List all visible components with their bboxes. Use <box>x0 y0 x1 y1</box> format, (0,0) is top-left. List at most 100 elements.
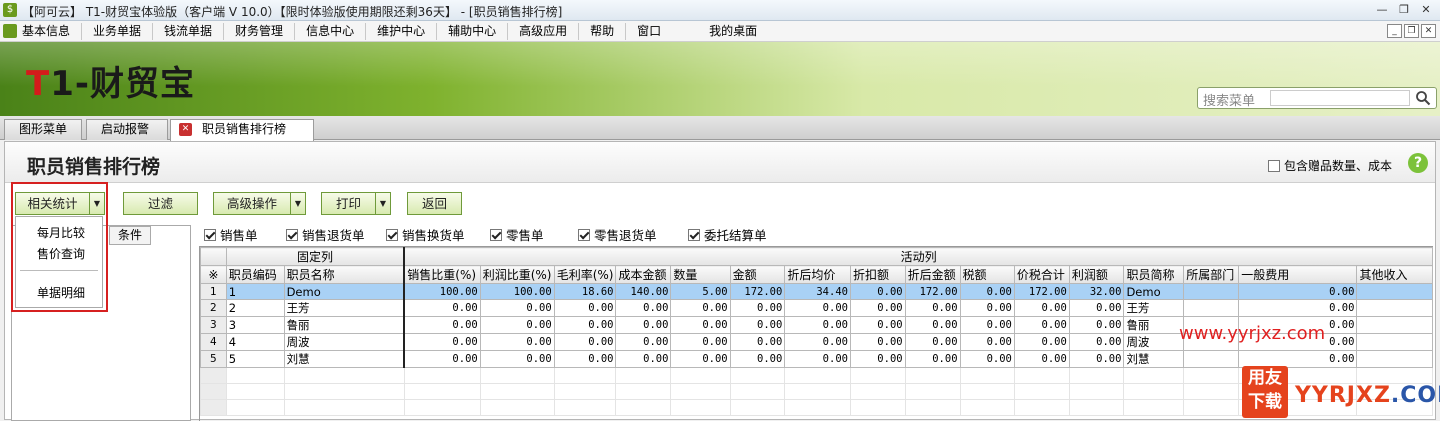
table-cell[interactable]: 0.00 <box>959 299 1015 317</box>
table-cell[interactable]: 周波 <box>1123 333 1185 351</box>
table-cell[interactable]: 0.00 <box>1238 299 1358 317</box>
menu-item-monthly-compare[interactable]: 每月比较 <box>37 224 85 241</box>
table-cell[interactable]: 4 <box>225 333 285 351</box>
table-cell[interactable]: 0.00 <box>904 333 961 351</box>
chevron-down-icon[interactable]: ▼ <box>290 193 305 214</box>
table-cell[interactable]: 周波 <box>283 333 406 351</box>
table-cell[interactable]: 3 <box>200 316 227 334</box>
table-cell[interactable]: 0.00 <box>1238 350 1358 368</box>
table-cell[interactable]: 0.00 <box>849 283 906 300</box>
column-header[interactable]: 折后金额 <box>904 265 961 284</box>
table-cell[interactable] <box>1183 283 1240 300</box>
table-row[interactable]: 5 5 刘慧 0.00 0.00 0.00 0.00 0.00 0.00 0.00 0.00 0.00… <box>200 350 1433 368</box>
table-cell[interactable]: 0.00 <box>959 350 1015 368</box>
table-cell[interactable]: 0.00 <box>729 299 786 317</box>
table-cell[interactable]: 0.00 <box>959 283 1015 300</box>
checkbox-icon[interactable] <box>578 228 590 241</box>
condition-tab[interactable]: 条件 <box>109 226 151 245</box>
table-cell[interactable]: 0.00 <box>904 316 961 334</box>
table-cell[interactable]: 0.00 <box>553 333 617 351</box>
column-header[interactable]: 税额 <box>959 265 1015 284</box>
menu-2[interactable]: 钱流单据 <box>153 23 225 40</box>
table-cell[interactable] <box>1356 299 1433 317</box>
table-cell[interactable]: 0.00 <box>403 299 481 317</box>
table-cell[interactable]: 18.60 <box>553 283 617 300</box>
menu-6[interactable]: 辅助中心 <box>437 23 509 40</box>
tab-startup-alert[interactable]: 启动报警 <box>86 119 168 140</box>
table-row[interactable]: 2 2 王芳 0.00 0.00 0.00 0.00 0.00 0.00 0.00 0.00 0.00… <box>200 299 1433 317</box>
table-row[interactable]: 1 1 Demo 100.00 100.00 18.60 140.00 5.00 172.00 3… <box>200 283 1433 300</box>
table-cell[interactable]: 0.00 <box>729 350 786 368</box>
search-icon[interactable] <box>1415 90 1431 106</box>
table-cell[interactable]: 0.00 <box>849 333 906 351</box>
advanced-ops-button[interactable]: 高级操作 ▼ <box>213 192 306 215</box>
table-cell[interactable]: 0.00 <box>904 350 961 368</box>
table-cell[interactable]: 0.00 <box>615 350 672 368</box>
table-cell[interactable]: 100.00 <box>403 283 481 300</box>
tab-graphic-menu[interactable]: 图形菜单 <box>4 119 82 140</box>
menu-9[interactable]: 窗口 <box>626 23 672 40</box>
menu-item-bill-detail[interactable]: 单据明细 <box>37 284 85 301</box>
column-header[interactable]: 利润比重(%) <box>479 265 555 284</box>
table-cell[interactable]: 0.00 <box>959 316 1015 334</box>
menu-search[interactable]: 搜索菜单 <box>1197 87 1437 109</box>
table-cell[interactable]: Demo <box>283 283 406 300</box>
table-cell[interactable] <box>1356 316 1433 334</box>
menu-7[interactable]: 高级应用 <box>508 23 580 40</box>
restore-icon[interactable]: ❐ <box>1396 2 1412 17</box>
table-cell[interactable]: 0.00 <box>1013 350 1070 368</box>
table-cell[interactable]: 0.00 <box>849 350 906 368</box>
table-cell[interactable]: 0.00 <box>1068 333 1125 351</box>
table-cell[interactable]: Demo <box>1123 283 1185 300</box>
filter-button[interactable]: 过滤 <box>123 192 198 215</box>
checkbox-icon[interactable] <box>204 228 216 241</box>
table-cell[interactable] <box>1356 333 1433 351</box>
table-cell[interactable]: 5 <box>200 350 227 368</box>
table-cell[interactable]: 0.00 <box>479 333 555 351</box>
table-cell[interactable]: 0.00 <box>1068 299 1125 317</box>
table-cell[interactable]: 0.00 <box>553 299 617 317</box>
search-input[interactable] <box>1270 90 1410 106</box>
menu-0[interactable]: 基本信息 <box>22 23 83 40</box>
menu-1[interactable]: 业务单据 <box>82 23 154 40</box>
column-header[interactable]: 其他收入 <box>1356 265 1433 284</box>
table-cell[interactable]: 王芳 <box>1123 299 1185 317</box>
table-cell[interactable]: 0.00 <box>615 316 672 334</box>
column-header[interactable]: 成本金额 <box>615 265 672 284</box>
table-cell[interactable]: 0.00 <box>1238 283 1358 300</box>
column-header[interactable]: 职员编码 <box>225 265 285 284</box>
column-header[interactable]: 金额 <box>729 265 786 284</box>
table-cell[interactable]: 0.00 <box>959 333 1015 351</box>
checkbox-icon[interactable] <box>688 228 700 241</box>
table-cell[interactable]: 0.00 <box>403 333 481 351</box>
tab-staff-sales-ranking[interactable]: ✕ 职员销售排行榜 <box>170 119 314 141</box>
table-cell[interactable]: 0.00 <box>670 350 731 368</box>
table-cell[interactable]: 0.00 <box>1068 350 1125 368</box>
checkbox-icon[interactable] <box>286 228 298 241</box>
minimize-icon[interactable]: — <box>1374 2 1390 17</box>
column-header[interactable]: 所属部门 <box>1183 265 1240 284</box>
menu-10[interactable]: 我的桌面 <box>698 23 768 40</box>
column-header[interactable]: 职员简称 <box>1123 265 1185 284</box>
table-cell[interactable]: 0.00 <box>729 316 786 334</box>
table-cell[interactable]: 0.00 <box>479 350 555 368</box>
table-cell[interactable]: 0.00 <box>553 316 617 334</box>
filter-4[interactable]: 零售退货单 <box>578 225 657 244</box>
mdi-restore-icon[interactable]: ❐ <box>1404 24 1419 38</box>
table-cell[interactable]: 0.00 <box>729 333 786 351</box>
table-cell[interactable]: 2 <box>225 299 285 317</box>
table-cell[interactable]: 0.00 <box>784 350 851 368</box>
filter-5[interactable]: 委托结算单 <box>688 225 767 244</box>
table-cell[interactable]: 0.00 <box>784 299 851 317</box>
checkbox-icon[interactable] <box>1268 159 1280 172</box>
menu-5[interactable]: 维护中心 <box>366 23 438 40</box>
menu-4[interactable]: 信息中心 <box>295 23 367 40</box>
column-header[interactable]: 销售比重(%) <box>403 265 481 284</box>
table-cell[interactable]: 0.00 <box>670 316 731 334</box>
table-cell[interactable]: 0.00 <box>1068 316 1125 334</box>
table-cell[interactable]: 0.00 <box>1013 316 1070 334</box>
column-header[interactable]: 职员名称 <box>283 265 406 284</box>
menu-item-price-query[interactable]: 售价查询 <box>37 245 85 262</box>
table-cell[interactable]: 3 <box>225 316 285 334</box>
column-header[interactable]: 价税合计 <box>1013 265 1070 284</box>
